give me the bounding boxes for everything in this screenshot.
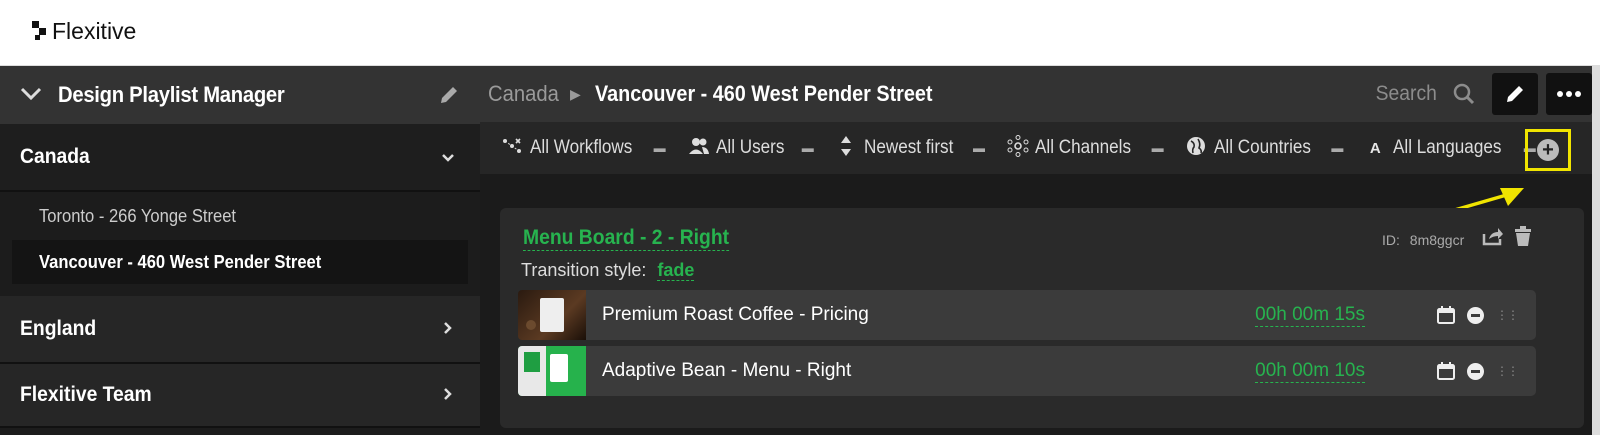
sidebar-subitem-label: Vancouver - 460 West Pender Street [39,251,322,272]
sidebar: Design Playlist Manager Canada Toronto -… [0,66,480,435]
drag-handle-icon[interactable]: ⋮⋮ [1496,365,1519,377]
sidebar-item-label: Canada [20,145,90,168]
playlist-item-duration[interactable]: 00h 00m 15s [1255,304,1365,327]
edit-button[interactable] [1492,73,1538,115]
more-dots-icon [1557,91,1581,97]
calendar-icon[interactable] [1437,306,1455,324]
sidebar-subitem-label: Toronto - 266 Yonge Street [39,205,237,226]
sidebar-item-canada[interactable]: Canada [0,124,480,192]
filter-label: All Languages [1393,137,1502,158]
chevron-down-icon[interactable] [436,146,460,169]
breadcrumb-item-location: Vancouver - 460 West Pender Street [594,81,933,106]
thumbnail-adaptive-bean [518,346,586,396]
filter-label: All Channels [1034,137,1131,158]
filter-channels[interactable]: All Channels ▬ [1007,134,1164,162]
chevron-right-icon[interactable] [436,384,460,407]
channels-icon [1007,134,1029,162]
app-body: Design Playlist Manager Canada Toronto -… [0,66,1600,435]
remove-icon[interactable] [1467,306,1484,324]
filter-label: All Workflows [530,137,633,158]
breadcrumb-separator-icon: ▶ [570,85,581,102]
users-icon [688,137,709,160]
transition-label: Transition style: [521,260,647,280]
flexitive-logo-icon [32,21,50,45]
transition-style: Transition style: fade [521,260,695,281]
sidebar-header[interactable]: Design Playlist Manager [0,66,480,124]
chevron-down-icon[interactable] [20,84,42,107]
playlist-item-duration[interactable]: 00h 00m 10s [1255,360,1365,383]
filter-workflows[interactable]: All Workflows ▬ [502,137,666,160]
thumbnail-coffee [518,290,586,340]
playlist-item[interactable]: Adaptive Bean - Menu - Right 00h 00m 10s… [518,346,1536,396]
dropdown-caret-icon: ▬ [1331,141,1344,155]
playlist-panel: Menu Board - 2 - Right Transition style:… [500,208,1584,428]
playlist-id: ID: 8m8ggcr [1382,232,1464,248]
calendar-icon[interactable] [1437,362,1455,380]
globe-icon [1186,136,1206,161]
filter-languages[interactable]: A All Languages ▬ [1365,137,1536,159]
search-button[interactable]: Search [1373,82,1476,106]
breadcrumb-item-country[interactable]: Canada [488,81,559,107]
top-bar: Flexitive [0,0,1600,66]
pencil-icon [1507,86,1523,102]
dropdown-caret-icon: ▬ [653,141,666,155]
sort-icon [836,135,856,162]
add-playlist-button[interactable]: + [1525,129,1571,171]
drag-handle-icon[interactable]: ⋮⋮ [1496,309,1519,321]
dropdown-caret-icon: ▬ [972,141,985,155]
playlist-item-name: Premium Roast Coffee - Pricing [602,304,869,325]
playlist-item-actions: ⋮⋮ [1437,362,1519,380]
filter-countries[interactable]: All Countries ▬ [1186,136,1344,161]
scrollbar[interactable] [1592,66,1600,435]
filter-users[interactable]: All Users ▬ [688,137,814,160]
filter-sort[interactable]: Newest first ▬ [836,135,985,162]
workflow-icon [502,137,522,160]
playlist-actions [1482,226,1532,247]
search-label: Search [1376,82,1438,105]
more-options-button[interactable] [1546,73,1592,115]
breadcrumb: Canada ▶ Vancouver - 460 West Pender Str… [480,66,1600,122]
edit-pencil-icon[interactable] [438,84,460,106]
playlist-title[interactable]: Menu Board - 2 - Right [523,226,730,251]
filter-label: All Countries [1213,137,1311,158]
language-icon: A [1369,139,1381,157]
sidebar-item-england[interactable]: England [0,296,480,364]
sidebar-subitem-toronto[interactable]: Toronto - 266 Yonge Street [0,192,480,240]
share-icon[interactable] [1482,226,1504,246]
filter-label: All Users [715,137,785,158]
playlist-item-actions: ⋮⋮ [1437,306,1519,324]
sidebar-item-label: Flexitive Team [20,383,152,406]
playlist-item[interactable]: Premium Roast Coffee - Pricing 00h 00m 1… [518,290,1536,340]
playlist-id-value: 8m8ggcr [1409,232,1465,248]
playlist-id-label: ID: [1382,232,1400,248]
dropdown-caret-icon: ▬ [1151,141,1164,155]
dropdown-caret-icon: ▬ [801,141,814,155]
main-content: Canada ▶ Vancouver - 460 West Pender Str… [480,66,1600,435]
sidebar-subitem-vancouver[interactable]: Vancouver - 460 West Pender Street [12,240,468,284]
sidebar-item-flexitive-team[interactable]: Flexitive Team [0,364,480,428]
brand-logo[interactable]: Flexitive [32,17,136,45]
sidebar-title: Design Playlist Manager [58,82,285,107]
brand-name: Flexitive [52,18,137,44]
plus-circle-icon: + [1537,139,1559,161]
chevron-right-icon[interactable] [436,318,460,341]
playlist-item-name: Adaptive Bean - Menu - Right [602,360,852,381]
filter-label: Newest first [863,137,954,158]
remove-icon[interactable] [1467,362,1484,380]
trash-icon[interactable] [1514,226,1532,247]
transition-value[interactable]: fade [657,260,695,281]
sidebar-item-label: England [20,317,97,340]
search-icon [1453,83,1475,105]
